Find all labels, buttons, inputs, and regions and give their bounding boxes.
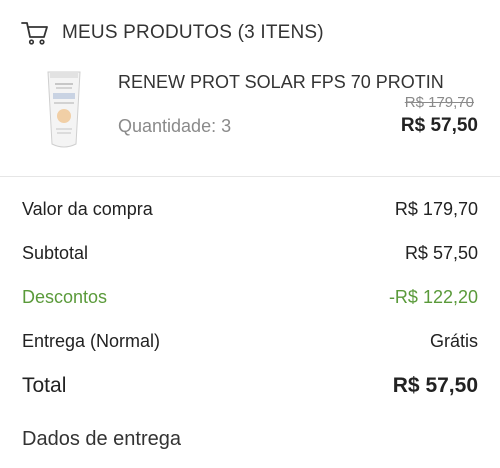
summary-row-discounts: Descontos -R$ 122,20 (22, 287, 478, 308)
total-label: Total (22, 374, 67, 397)
delivery-section-title[interactable]: Dados de entrega (22, 428, 181, 451)
summary-label: Descontos (22, 287, 108, 307)
header-title: MEUS PRODUTOS (3 ITENS) (62, 22, 324, 43)
summary-row-delivery: Entrega (Normal) Grátis (22, 331, 478, 352)
summary-label: Valor da compra (22, 199, 153, 219)
product-item[interactable]: RENEW PROT SOLAR FPS 70 PROTIN Quantidad… (0, 64, 500, 154)
product-price: R$ 57,50 (400, 115, 478, 136)
divider (0, 176, 500, 177)
summary-value: -R$ 122,20 (388, 287, 478, 307)
cart-icon (20, 18, 50, 48)
summary-row-subtotal: Subtotal R$ 57,50 (22, 243, 478, 264)
summary-label: Entrega (Normal) (22, 331, 161, 351)
product-quantity: Quantidade: 3 (118, 116, 232, 136)
product-name[interactable]: RENEW PROT SOLAR FPS 70 PROTIN (118, 72, 444, 93)
product-old-price: R$ 179,70 (404, 94, 474, 111)
summary-row-purchase-value: Valor da compra R$ 179,70 (22, 199, 478, 220)
summary-value: Grátis (429, 331, 478, 351)
summary-value: R$ 179,70 (394, 199, 478, 219)
summary-label: Subtotal (22, 243, 89, 263)
sunscreen-tube-image (38, 70, 90, 150)
products-header: MEUS PRODUTOS (3 ITENS) (20, 18, 324, 48)
summary-row-total: Total R$ 57,50 (22, 374, 478, 398)
summary-value: R$ 57,50 (404, 243, 478, 263)
total-value: R$ 57,50 (392, 374, 478, 397)
